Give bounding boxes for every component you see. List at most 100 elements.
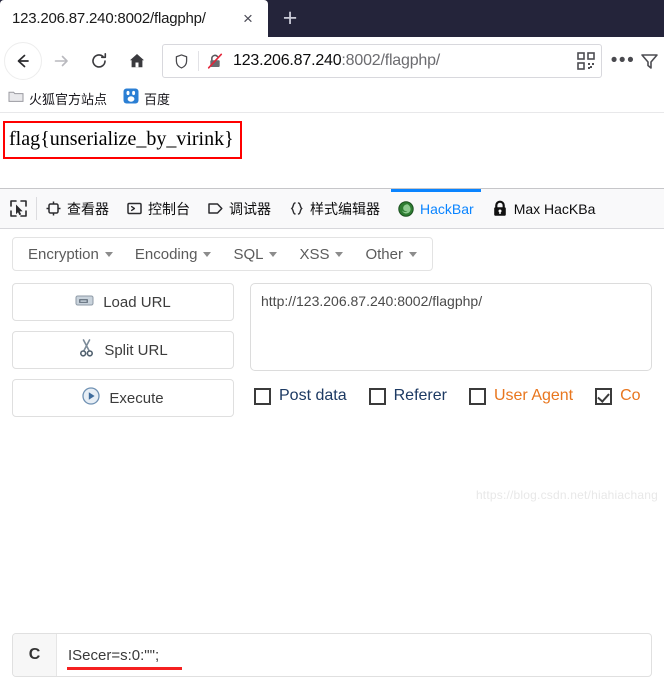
- hackbar-icon: [398, 200, 414, 217]
- console-icon: [127, 201, 142, 216]
- checkbox-box[interactable]: [254, 387, 271, 405]
- hackbar-menu-label: Encryption: [28, 245, 99, 263]
- annotation-underline: [67, 667, 182, 670]
- chevron-down-icon: [408, 251, 417, 257]
- bookmarks-bar: 火狐官方站点 百度: [0, 85, 664, 113]
- hackbar-body: Load URL Split URL Execute http://123.20…: [0, 279, 664, 417]
- chevron-down-icon: [335, 251, 344, 257]
- checkbox-label: Referer: [393, 387, 447, 404]
- devtools-tab-bar: 查看器 控制台 调试器 样式编辑器 HackBar Max HacKBa: [0, 189, 664, 229]
- devtools-tab-label: 查看器: [67, 200, 109, 217]
- hackbar-menu-label: SQL: [233, 245, 264, 263]
- chevron-down-icon: [104, 251, 113, 257]
- back-button[interactable]: [4, 42, 42, 80]
- hackbar-menubar: Encryption Encoding SQL XSS Other: [0, 229, 664, 279]
- hackbar-options: Post data Referer User Agent Co: [250, 387, 652, 405]
- home-icon: [130, 54, 144, 68]
- cookie-input[interactable]: ISecer=s:0:"";: [57, 634, 651, 676]
- chevron-down-icon: [203, 251, 212, 257]
- bookmark-item-firefox[interactable]: 火狐官方站点: [8, 89, 107, 108]
- url-bar[interactable]: 123.206.87.240:8002/flagphp/: [162, 44, 602, 78]
- watermark: https://blog.csdn.net/hiahiachang: [475, 488, 658, 502]
- load-url-button[interactable]: Load URL: [12, 283, 234, 321]
- reload-icon: [92, 53, 107, 68]
- debugger-icon: [208, 201, 223, 216]
- cookie-value-text: ISecer=s:0:"";: [68, 646, 160, 664]
- devtools-tab-max-hackbar[interactable]: Max HacKBa: [483, 189, 605, 228]
- checkbox-label: Co: [620, 387, 641, 404]
- hackbar-menu-sql[interactable]: SQL: [222, 246, 288, 263]
- close-icon[interactable]: ×: [236, 7, 260, 31]
- url-bar-divider: [198, 51, 199, 71]
- devtools-tab-label: Max HacKBa: [513, 200, 596, 217]
- reload-button[interactable]: [80, 42, 118, 80]
- chevron-down-icon: [269, 251, 278, 257]
- hackbar-menu-xss[interactable]: XSS: [288, 246, 354, 263]
- bookmark-item-baidu[interactable]: 百度: [123, 88, 170, 109]
- bookmark-label: 火狐官方站点: [29, 92, 108, 107]
- scissors-icon: [78, 339, 95, 361]
- checkbox-cookies[interactable]: Co: [595, 387, 641, 405]
- browser-tab-strip: 123.206.87.240:8002/flagphp/ × +: [0, 0, 664, 37]
- baidu-icon: [123, 88, 139, 109]
- arrow-right-icon: [54, 55, 68, 67]
- split-url-label: Split URL: [104, 341, 168, 359]
- checkbox-post-data[interactable]: Post data: [254, 387, 347, 405]
- devtools-tab-style-editor[interactable]: 样式编辑器: [280, 189, 389, 228]
- hackbar-menu-label: XSS: [299, 245, 330, 263]
- extension-icon[interactable]: [640, 44, 660, 78]
- devtools-tab-label: 控制台: [148, 200, 190, 217]
- checkbox-box[interactable]: [468, 387, 486, 405]
- devtools-tab-label: HackBar: [420, 200, 474, 217]
- cookie-input-row[interactable]: C ISecer=s:0:"";: [12, 633, 652, 677]
- forward-button[interactable]: [42, 42, 80, 80]
- hackbar-menu-label: Encoding: [134, 245, 198, 263]
- hackbar-menu-encoding[interactable]: Encoding: [124, 246, 223, 263]
- padlock-icon: [492, 200, 508, 217]
- devtools-tab-hackbar[interactable]: HackBar: [389, 189, 483, 228]
- hackbar-action-buttons: Load URL Split URL Execute: [12, 279, 234, 417]
- checkbox-user-agent[interactable]: User Agent: [468, 387, 574, 405]
- cookie-field-tag: C: [13, 634, 57, 676]
- url-host: 123.206.87.240: [233, 52, 342, 69]
- shield-icon[interactable]: [169, 49, 193, 73]
- url-text[interactable]: 123.206.87.240:8002/flagphp/: [226, 52, 573, 70]
- drive-icon: [75, 293, 94, 312]
- broken-lock-icon[interactable]: [204, 50, 226, 72]
- devtools-tab-label: 样式编辑器: [310, 200, 380, 217]
- element-picker-icon[interactable]: [0, 189, 36, 228]
- execute-button[interactable]: Execute: [12, 379, 234, 417]
- browser-navigation-toolbar: 123.206.87.240:8002/flagphp/ •••: [0, 37, 664, 85]
- checkbox-label: User Agent: [493, 387, 574, 404]
- devtools-tab-debugger[interactable]: 调试器: [199, 189, 280, 228]
- qr-code-icon[interactable]: [573, 48, 599, 74]
- hackbar-url-section: http://123.206.87.240:8002/flagphp/ Post…: [250, 279, 652, 417]
- new-tab-button[interactable]: +: [268, 0, 312, 37]
- devtools-tab-inspector[interactable]: 查看器: [37, 189, 118, 228]
- checkbox-referer[interactable]: Referer: [368, 387, 447, 405]
- bookmark-label: 百度: [144, 92, 171, 107]
- inspector-icon: [46, 201, 61, 216]
- url-path: :8002/flagphp/: [341, 52, 441, 69]
- style-editor-icon: [289, 201, 304, 216]
- devtools-panel: 查看器 控制台 调试器 样式编辑器 HackBar Max HacKBa Enc…: [0, 188, 664, 677]
- url-input[interactable]: http://123.206.87.240:8002/flagphp/: [250, 283, 652, 371]
- devtools-tab-console[interactable]: 控制台: [118, 189, 199, 228]
- page-content: flag{unserialize_by_virink}: [0, 114, 664, 188]
- hackbar-menu-label: Other: [365, 245, 403, 263]
- checkbox-box[interactable]: [368, 387, 386, 405]
- home-button[interactable]: [118, 42, 156, 80]
- checkbox-label: Post data: [279, 387, 347, 404]
- more-actions-button[interactable]: •••: [606, 44, 640, 78]
- execute-label: Execute: [109, 389, 164, 407]
- devtools-tab-label: 调试器: [229, 200, 271, 217]
- hackbar-menu-other[interactable]: Other: [354, 246, 428, 263]
- hackbar-menu-encryption[interactable]: Encryption: [17, 246, 124, 263]
- folder-icon: [8, 89, 24, 108]
- browser-tab[interactable]: 123.206.87.240:8002/flagphp/ ×: [0, 0, 268, 37]
- split-url-button[interactable]: Split URL: [12, 331, 234, 369]
- browser-tab-title: 123.206.87.240:8002/flagphp/: [12, 10, 206, 27]
- play-icon: [82, 387, 101, 409]
- checkbox-box[interactable]: [595, 387, 613, 405]
- annotation-box: [3, 121, 242, 159]
